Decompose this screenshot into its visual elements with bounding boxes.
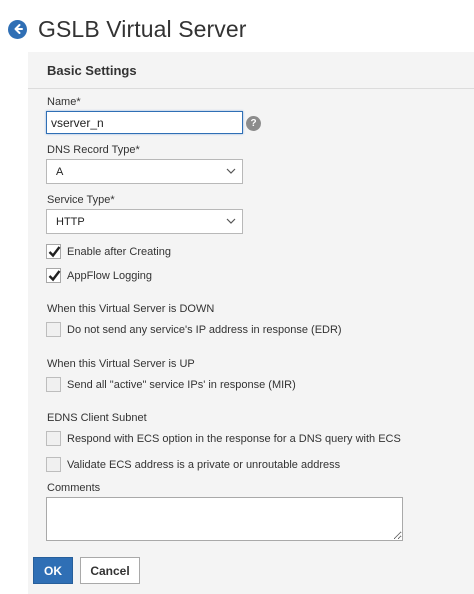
ecs-respond-checkbox[interactable]	[46, 431, 61, 446]
dns-record-type-select[interactable]: A	[46, 159, 243, 184]
settings-panel: Basic Settings Name* ? DNS Record Type* …	[28, 52, 474, 594]
ecs-validate-checkbox[interactable]	[46, 457, 61, 472]
back-arrow-icon[interactable]	[8, 19, 27, 39]
ecs-validate-label: Validate ECS address is a private or unr…	[67, 458, 341, 471]
edr-label: Do not send any service's IP address in …	[67, 323, 342, 336]
edns-section-heading: EDNS Client Subnet	[47, 412, 147, 424]
ecs-respond-row[interactable]: Respond with ECS option in the response …	[46, 431, 401, 446]
ecs-respond-label: Respond with ECS option in the response …	[67, 432, 401, 445]
comments-textarea[interactable]	[46, 497, 403, 541]
chevron-down-icon	[226, 218, 236, 224]
comments-label: Comments	[47, 482, 101, 494]
dns-record-type-value: A	[56, 166, 64, 178]
mir-row[interactable]: Send all "active" service IPs' in respon…	[46, 377, 296, 392]
edr-row[interactable]: Do not send any service's IP address in …	[46, 322, 342, 337]
cancel-button[interactable]: Cancel	[80, 557, 140, 584]
mir-label: Send all "active" service IPs' in respon…	[67, 378, 296, 391]
up-section-heading: When this Virtual Server is UP	[47, 358, 195, 370]
name-label: Name*	[47, 96, 81, 108]
appflow-logging-checkbox[interactable]	[46, 268, 61, 283]
down-section-heading: When this Virtual Server is DOWN	[47, 303, 215, 315]
help-icon[interactable]: ?	[246, 116, 261, 131]
service-type-value: HTTP	[56, 216, 85, 228]
dns-record-type-label: DNS Record Type*	[47, 144, 140, 156]
mir-checkbox[interactable]	[46, 377, 61, 392]
ok-button[interactable]: OK	[33, 557, 73, 584]
page-header: GSLB Virtual Server	[8, 14, 247, 44]
chevron-down-icon	[226, 168, 236, 174]
service-type-label: Service Type*	[47, 194, 115, 206]
enable-after-creating-label: Enable after Creating	[67, 245, 171, 258]
enable-after-creating-row[interactable]: Enable after Creating	[46, 244, 171, 259]
name-input[interactable]	[46, 111, 243, 134]
page-title: GSLB Virtual Server	[38, 15, 247, 42]
enable-after-creating-checkbox[interactable]	[46, 244, 61, 259]
appflow-logging-row[interactable]: AppFlow Logging	[46, 268, 152, 283]
ecs-validate-row[interactable]: Validate ECS address is a private or unr…	[46, 457, 340, 472]
checkmark-icon	[48, 246, 61, 258]
edr-checkbox[interactable]	[46, 322, 61, 337]
section-divider	[28, 88, 474, 89]
service-type-select[interactable]: HTTP	[46, 209, 243, 234]
appflow-logging-label: AppFlow Logging	[67, 269, 153, 282]
section-title: Basic Settings	[47, 63, 137, 78]
checkmark-icon	[48, 270, 61, 282]
